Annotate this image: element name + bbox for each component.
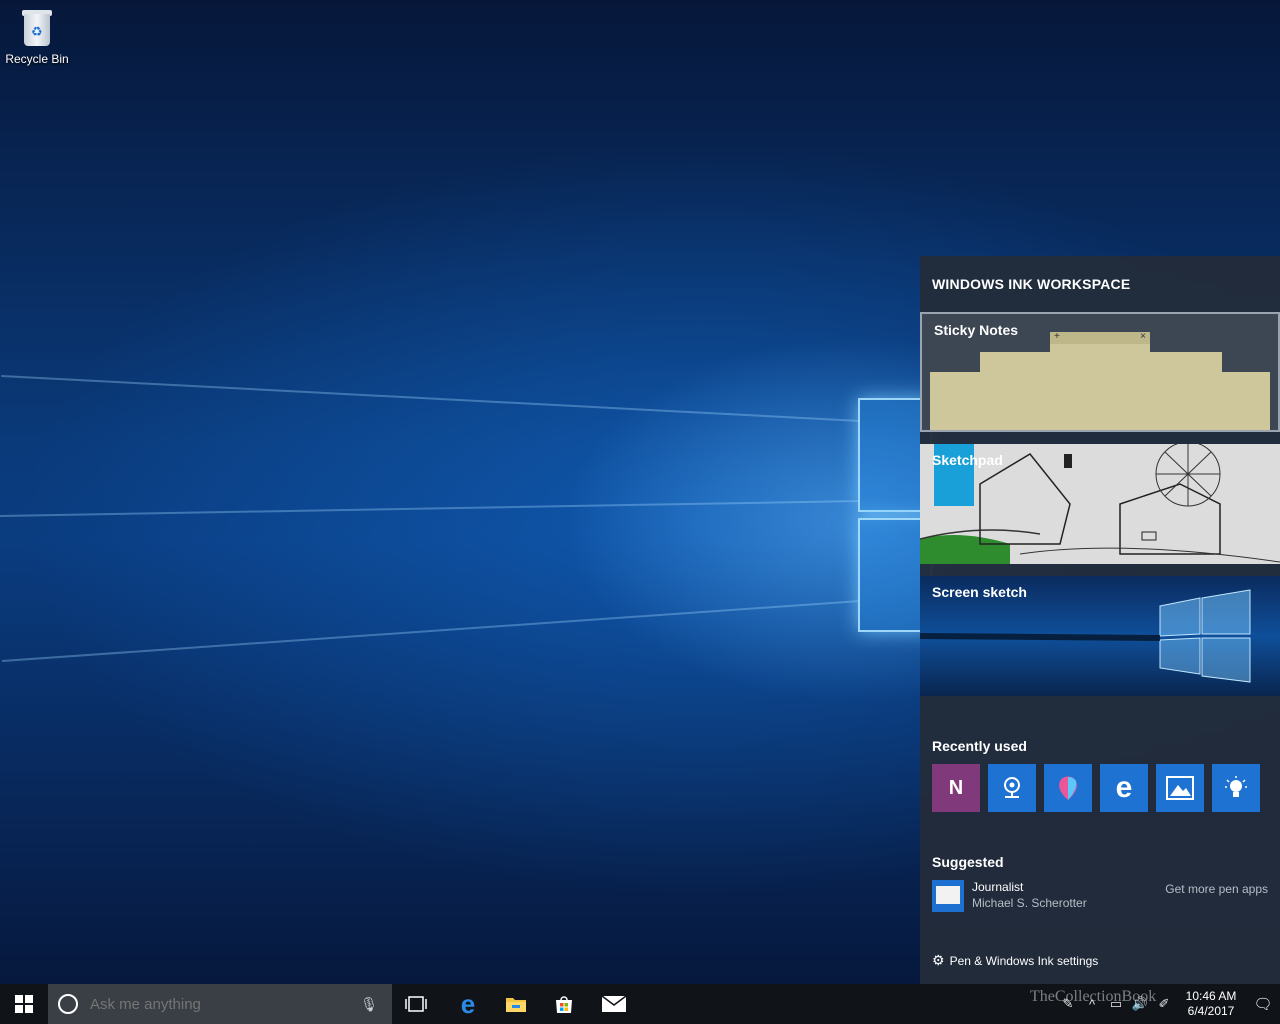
journalist-app-icon: [932, 880, 964, 912]
recycle-bin-label: Recycle Bin: [5, 52, 69, 66]
pen-ink-settings-link[interactable]: ⚙ Pen & Windows Ink settings: [932, 952, 1098, 969]
clock-date: 6/4/2017: [1187, 1004, 1235, 1018]
close-icon: ×: [1140, 331, 1146, 342]
maps-icon[interactable]: [988, 764, 1036, 812]
edge-icon[interactable]: e: [444, 984, 492, 1024]
sketchpad-label: Sketchpad: [932, 452, 1003, 468]
windows-logo-icon: [15, 995, 33, 1013]
suggested-heading: Suggested: [932, 854, 1004, 870]
windows-ink-workspace-panel: WINDOWS INK WORKSPACE Sticky Notes + × S…: [920, 256, 1280, 984]
microphone-icon[interactable]: 🎙: [360, 996, 378, 1013]
light-beam: [0, 500, 861, 518]
tips-icon[interactable]: [1212, 764, 1260, 812]
light-beam: [2, 600, 861, 662]
panel-title: WINDOWS INK WORKSPACE: [932, 276, 1131, 292]
sticky-notes-label: Sticky Notes: [934, 322, 1019, 338]
add-note-icon: +: [1054, 331, 1060, 342]
suggested-app-journalist[interactable]: Journalist Michael S. Scherotter: [932, 880, 1087, 912]
action-center-icon[interactable]: 🗨: [1246, 995, 1280, 1013]
photos-icon[interactable]: [1156, 764, 1204, 812]
mail-icon[interactable]: [590, 984, 638, 1024]
watermark: TheCollectionBook: [1030, 988, 1157, 1005]
get-more-pen-apps-link[interactable]: Get more pen apps: [1165, 882, 1268, 896]
recycle-bin-icon: ♻: [20, 8, 54, 48]
screen-sketch-tile[interactable]: Screen sketch: [920, 576, 1280, 696]
recently-used-heading: Recently used: [932, 738, 1027, 754]
clock-time: 10:46 AM: [1185, 989, 1237, 1003]
sketchpad-tile[interactable]: Sketchpad: [920, 444, 1280, 564]
sticky-note-preview: [1150, 352, 1222, 430]
file-explorer-icon[interactable]: [492, 984, 540, 1024]
suggested-app-name: Journalist: [972, 880, 1024, 894]
edge-icon[interactable]: e: [1100, 764, 1148, 812]
light-beam: [1, 374, 861, 422]
recent-apps-row: N e: [932, 764, 1260, 812]
sticky-note-preview: + ×: [1050, 331, 1150, 430]
cortana-search-box[interactable]: 🎙: [48, 984, 392, 1024]
search-input[interactable]: [88, 994, 362, 1014]
paint-3d-icon[interactable]: [1044, 764, 1092, 812]
screen-sketch-label: Screen sketch: [932, 584, 1027, 600]
sticky-note-preview: [930, 372, 980, 430]
sticky-notes-tile[interactable]: Sticky Notes + ×: [920, 312, 1280, 432]
settings-label: Pen & Windows Ink settings: [949, 953, 1099, 968]
task-view-icon[interactable]: [392, 984, 440, 1024]
clock[interactable]: 10:46 AM 6/4/2017: [1176, 989, 1246, 1019]
store-icon[interactable]: [540, 984, 588, 1024]
onenote-icon[interactable]: N: [932, 764, 980, 812]
start-button[interactable]: [0, 984, 48, 1024]
gear-icon: ⚙: [932, 952, 945, 968]
sticky-note-preview: [1220, 372, 1270, 430]
cortana-icon: [58, 994, 78, 1014]
sticky-note-preview: [980, 352, 1052, 430]
suggested-app-author: Michael S. Scherotter: [972, 896, 1087, 910]
recycle-bin-shortcut[interactable]: ♻ Recycle Bin: [4, 8, 70, 66]
